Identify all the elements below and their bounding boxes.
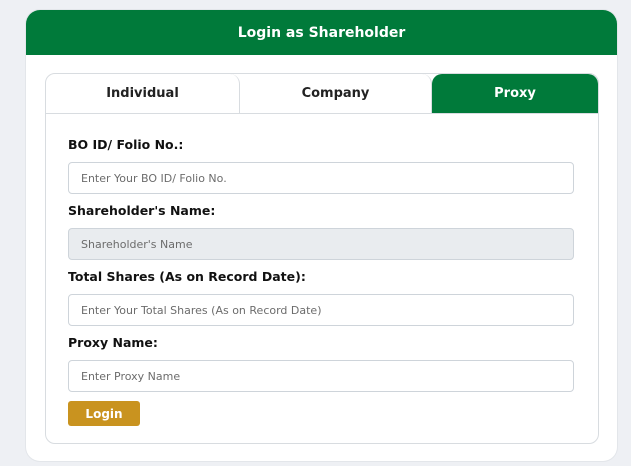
proxy-login-form: BO ID/ Folio No.: Shareholder's Name: To… (46, 114, 598, 426)
login-card: Login as Shareholder Individual Company … (26, 10, 617, 461)
login-button[interactable]: Login (68, 401, 140, 426)
tab-bar: Individual Company Proxy (46, 74, 598, 114)
total-shares-label: Total Shares (As on Record Date): (68, 269, 306, 284)
bo-id-label: BO ID/ Folio No.: (68, 137, 184, 152)
proxy-name-label: Proxy Name: (68, 335, 158, 350)
page-title: Login as Shareholder (237, 24, 406, 41)
shareholder-name-input (68, 228, 574, 260)
proxy-name-input[interactable] (68, 360, 574, 392)
tab-proxy[interactable]: Proxy (432, 74, 598, 113)
tab-individual[interactable]: Individual (46, 74, 240, 113)
login-panel: Individual Company Proxy BO ID/ Folio No… (45, 73, 599, 444)
tab-company[interactable]: Company (240, 74, 432, 113)
total-shares-input[interactable] (68, 294, 574, 326)
card-header: Login as Shareholder (26, 10, 617, 55)
shareholder-name-label: Shareholder's Name: (68, 203, 216, 218)
bo-id-input[interactable] (68, 162, 574, 194)
